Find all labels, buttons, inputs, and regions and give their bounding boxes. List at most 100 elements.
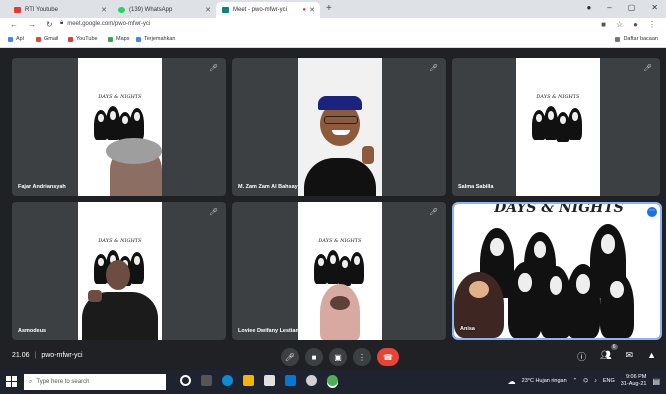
bookmark-maps[interactable]: Maps bbox=[108, 36, 129, 42]
reading-list-label: Daftar bacaan bbox=[623, 36, 658, 42]
tab-youtube[interactable]: RTI Youtube ✕ bbox=[8, 2, 112, 18]
participant-name: Asmodeus bbox=[18, 328, 47, 334]
url-text: meet.google.com/pwo-mfwr-yci bbox=[67, 20, 151, 27]
more-icon[interactable]: ⋮ bbox=[353, 348, 371, 366]
close-tab-icon[interactable]: ✕ bbox=[101, 6, 107, 14]
new-tab-icon[interactable]: + bbox=[326, 3, 332, 14]
present-icon[interactable]: ▣ bbox=[329, 348, 347, 366]
info-icon[interactable]: ⓘ bbox=[577, 350, 586, 363]
maximize-icon[interactable]: ▢ bbox=[628, 3, 636, 12]
taskbar-pinned-apps bbox=[180, 375, 338, 386]
chat-icon[interactable]: ✉ bbox=[626, 350, 634, 363]
windows-start-icon[interactable] bbox=[6, 376, 17, 387]
language-indicator[interactable]: ENG bbox=[603, 378, 615, 384]
window-controls: ● – ▢ ✕ bbox=[586, 3, 658, 12]
forward-icon[interactable]: → bbox=[28, 20, 36, 29]
avatar[interactable]: ● bbox=[633, 20, 638, 29]
task-view-icon[interactable] bbox=[201, 375, 212, 386]
mic-icon[interactable]: 🎤︎ bbox=[281, 348, 299, 366]
participant-tile[interactable]: DAYS & NIGHTS 🎤︎ Asmodeus bbox=[12, 202, 226, 340]
participant-count-badge: 6 bbox=[610, 344, 618, 350]
bookmark-label: Terjemahkan bbox=[144, 36, 176, 42]
camera-permission-icon[interactable]: ■ bbox=[601, 20, 606, 29]
chrome-icon[interactable] bbox=[327, 375, 338, 386]
weather-icon: ☁ bbox=[507, 376, 516, 386]
participant-tile[interactable]: 🎤︎ M. Zam Zam Al Bahsay bbox=[232, 58, 446, 196]
browser-tab-bar: RTI Youtube ✕ (139) WhatsApp ✕ Meet - pw… bbox=[0, 0, 666, 18]
mail-icon[interactable] bbox=[285, 375, 296, 386]
group-photo bbox=[454, 222, 660, 338]
profile-icon[interactable]: ● bbox=[586, 3, 591, 12]
bookmark-gmail[interactable]: Gmail bbox=[36, 36, 58, 42]
bookmark-translate[interactable]: Terjemahkan bbox=[136, 36, 176, 42]
weather-text[interactable]: 23°C Hujan ringan bbox=[522, 378, 567, 384]
poster-title: DAYS & NIGHTS bbox=[318, 237, 362, 244]
poster-image: DAYS & NIGHTS bbox=[516, 58, 600, 196]
store-icon[interactable] bbox=[264, 375, 275, 386]
group-photo bbox=[528, 106, 588, 146]
activities-icon[interactable]: ▲ bbox=[647, 350, 656, 363]
volume-icon[interactable]: ♪ bbox=[594, 378, 597, 384]
clock[interactable]: 9:06 PM 31-Aug-21 bbox=[621, 374, 647, 388]
bookmark-label: YouTube bbox=[76, 36, 98, 42]
file-explorer-icon[interactable] bbox=[243, 375, 254, 386]
address-bar-row: ← → ↻ 🔒︎ meet.google.com/pwo-mfwr-yci ■ … bbox=[0, 18, 666, 34]
participant-name: Loviee Dwifany Lestiana Biry bbox=[238, 328, 315, 334]
participant-tile-active[interactable]: DAYS & NIGHTS ⋯ Anisa bbox=[452, 202, 662, 340]
system-tray: ☁ 23°C Hujan ringan ⌃ ⌬ ♪ ENG 9:06 PM 31… bbox=[508, 374, 660, 388]
minimize-icon[interactable]: – bbox=[607, 3, 611, 12]
edge-icon[interactable] bbox=[222, 375, 233, 386]
translate-icon bbox=[136, 36, 141, 42]
mic-muted-icon: 🎤︎ bbox=[209, 209, 218, 216]
more-options-icon[interactable]: ⋯ bbox=[647, 207, 657, 217]
star-icon[interactable]: ☆ bbox=[616, 20, 623, 29]
participant-tile[interactable]: DAYS & NIGHTS 🎤︎ Salma Sabilla bbox=[452, 58, 660, 196]
close-tab-icon[interactable]: ✕ bbox=[309, 6, 315, 14]
bookmarks-bar: Apl Gmail YouTube Maps Terjemahkan Dafta… bbox=[0, 34, 666, 48]
tray-chevron-icon[interactable]: ⌃ bbox=[573, 378, 578, 384]
reload-icon[interactable]: ↻ bbox=[46, 20, 53, 29]
gmail-icon bbox=[36, 36, 41, 42]
camera-icon[interactable]: ■ bbox=[305, 348, 323, 366]
notifications-icon[interactable]: ▤ bbox=[652, 377, 660, 386]
side-panel-controls: ⓘ 👥︎ 6 ✉ ▲ bbox=[577, 344, 656, 363]
participant-tile[interactable]: DAYS & NIGHTS 🎤︎ Loviee Dwifany Lestiana… bbox=[232, 202, 446, 340]
participant-name: Fajar Andriansyah bbox=[18, 184, 66, 190]
call-controls: 🎤︎ ■ ▣ ⋮ ☎ bbox=[281, 348, 399, 366]
people-icon[interactable]: 👥︎ 6 bbox=[600, 344, 618, 363]
cortana-icon[interactable] bbox=[180, 375, 191, 386]
youtube-icon bbox=[14, 7, 21, 13]
network-icon[interactable]: ⌬ bbox=[583, 378, 588, 384]
clock-date: 31-Aug-21 bbox=[620, 381, 647, 387]
participant-name: M. Zam Zam Al Bahsay bbox=[238, 184, 298, 190]
participant-tile[interactable]: DAYS & NIGHTS 🎤︎ Fajar Andriansyah bbox=[12, 58, 226, 196]
windows-taskbar: ⌕ Type here to search ☁ 23°C Hujan ringa… bbox=[0, 370, 666, 394]
reading-list[interactable]: Daftar bacaan bbox=[615, 36, 658, 42]
bookmark-label: Gmail bbox=[44, 36, 59, 42]
meeting-details: 21.06 | pwo-mfwr-yci bbox=[12, 352, 83, 359]
meeting-code: pwo-mfwr-yci bbox=[41, 352, 83, 359]
close-tab-icon[interactable]: ✕ bbox=[205, 6, 211, 14]
back-icon[interactable]: ← bbox=[10, 20, 18, 29]
nav-buttons: ← → ↻ bbox=[10, 20, 53, 29]
poster-title: DAYS & NIGHTS bbox=[98, 93, 142, 100]
poster-title: DAYS & NIGHTS bbox=[536, 93, 580, 100]
url-field[interactable]: 🔒︎ meet.google.com/pwo-mfwr-yci bbox=[60, 20, 150, 27]
taskbar-search-input[interactable]: ⌕ Type here to search bbox=[24, 374, 166, 390]
tab-whatsapp[interactable]: (139) WhatsApp ✕ bbox=[112, 2, 216, 18]
search-icon: ⌕ bbox=[29, 378, 33, 385]
participant-video bbox=[82, 260, 158, 340]
participant-video bbox=[298, 58, 382, 196]
end-call-icon[interactable]: ☎ bbox=[377, 348, 399, 366]
menu-icon[interactable]: ⋮ bbox=[648, 20, 656, 29]
tab-label: (139) WhatsApp bbox=[129, 7, 173, 13]
bookmark-apps[interactable]: Apl bbox=[8, 36, 24, 42]
close-window-icon[interactable]: ✕ bbox=[651, 3, 658, 12]
clock-time: 9:06 PM bbox=[625, 374, 647, 380]
youtube-icon bbox=[68, 36, 73, 42]
whatsapp-icon bbox=[118, 7, 125, 13]
tab-meet[interactable]: Meet - pwo-mfwr-yci ● ✕ bbox=[216, 2, 320, 18]
meet-control-bar: 21.06 | pwo-mfwr-yci 🎤︎ ■ ▣ ⋮ ☎ ⓘ 👥︎ 6 ✉ … bbox=[0, 344, 666, 370]
settings-icon[interactable] bbox=[306, 375, 317, 386]
bookmark-youtube[interactable]: YouTube bbox=[68, 36, 98, 42]
